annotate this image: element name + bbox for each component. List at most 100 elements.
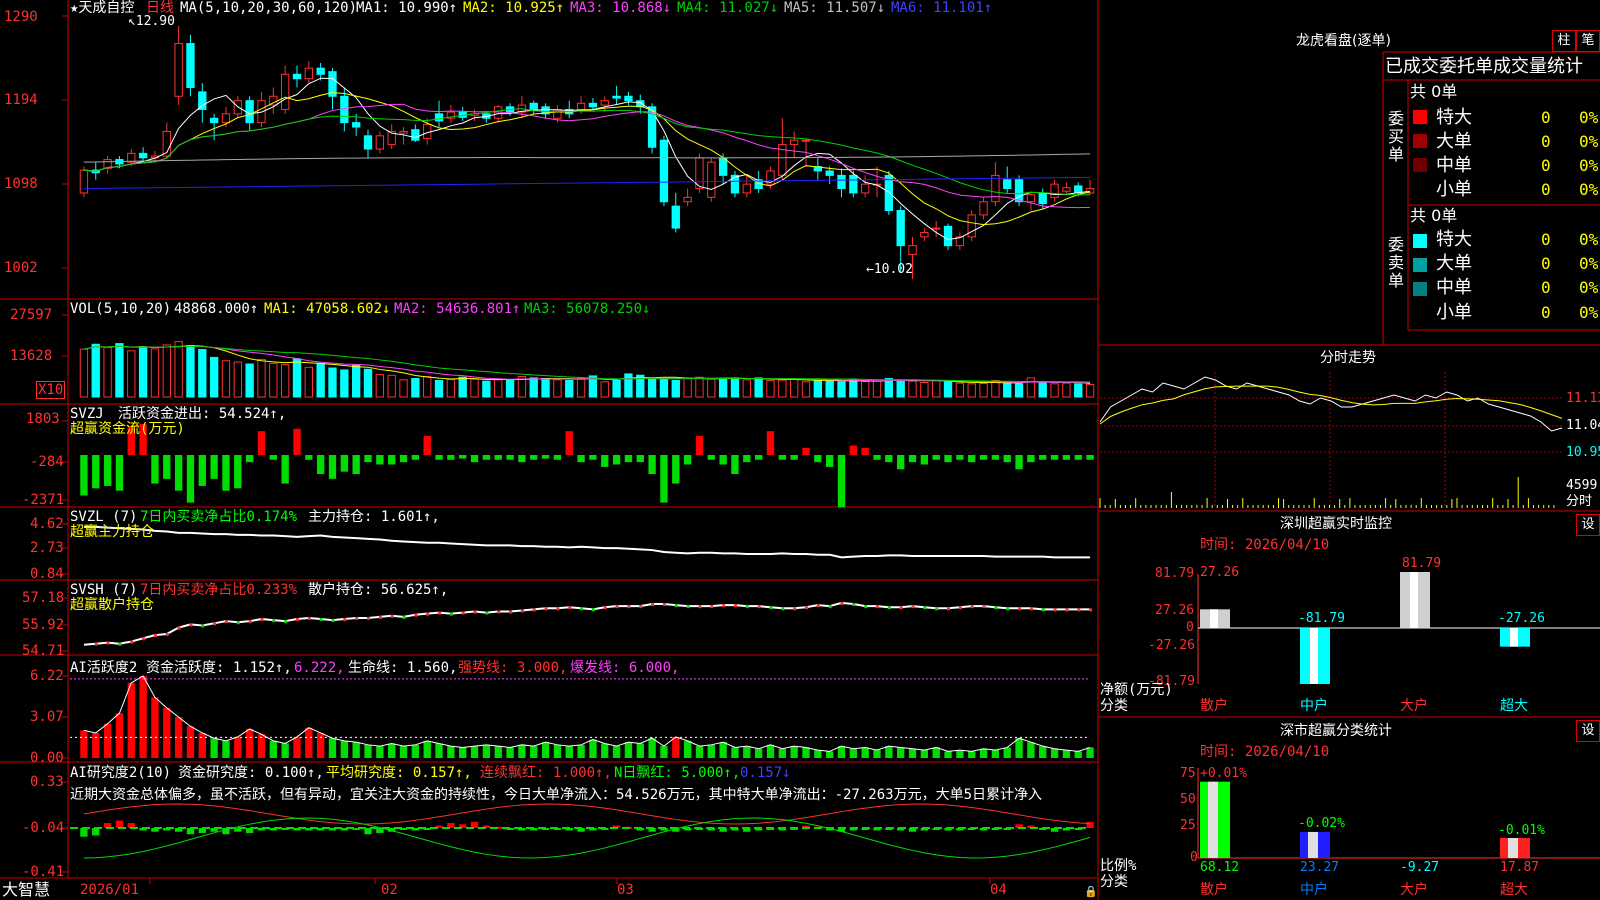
fund-flow-bar <box>731 455 739 475</box>
volume-bar <box>352 364 361 398</box>
ai-activity: 资金活跃度: 1.152↑, <box>146 660 292 676</box>
activity-bar <box>731 747 739 758</box>
activity-bar <box>293 736 301 758</box>
activity-bar <box>672 736 680 758</box>
fund-flow-bar <box>991 455 1000 460</box>
volume-bar <box>967 383 976 398</box>
fund-flow-bar <box>316 455 325 475</box>
research-bar <box>115 820 124 828</box>
candle-body <box>801 139 811 142</box>
fund-flow-bar <box>80 455 88 496</box>
retail-dot <box>260 618 264 622</box>
fund-flow-bar <box>577 455 585 463</box>
buy-row-xl-label: 特大 <box>1436 107 1472 128</box>
activity-bar <box>612 746 621 758</box>
fund-flow-bar <box>743 455 751 463</box>
candle-body <box>1026 194 1036 203</box>
vol-ma3: MA3: 56078.250↓ <box>524 301 651 317</box>
retail-dot <box>236 621 240 625</box>
classify-category-label: 分类 <box>1100 874 1128 890</box>
classify-bar-highlight <box>1208 781 1218 858</box>
lock-icon[interactable]: 🔒 <box>1084 884 1098 900</box>
research-green-line <box>83 817 1091 859</box>
activity-bar <box>885 746 893 758</box>
ai-value: 6.222, <box>294 660 345 676</box>
retail-dot <box>935 607 939 611</box>
svzl-ratio: 7日内买卖净占比0.174% <box>140 509 298 525</box>
bar-mode-button[interactable]: 柱 <box>1552 30 1576 52</box>
stock-name[interactable]: ★天成自控 <box>70 0 134 16</box>
sell-row-s-pct: 0% <box>1579 303 1599 322</box>
activity-bar <box>222 740 230 758</box>
volume-bar <box>730 378 740 398</box>
monitor-val-2: -81.79 <box>1298 611 1345 626</box>
candle-body <box>1050 183 1059 198</box>
tick-mode-button[interactable]: 笔 <box>1576 30 1600 52</box>
retail-dot <box>627 605 631 609</box>
fund-flow-bar <box>281 455 289 484</box>
classify-val-1: 68.12 <box>1200 860 1240 875</box>
retail-dot <box>804 606 808 610</box>
classify-settings-button[interactable]: 设 <box>1576 720 1600 742</box>
activity-bar <box>636 743 644 758</box>
fund-flow-bar <box>897 455 905 470</box>
classify-axis-2: 50 <box>1180 792 1196 807</box>
svzj-value: 活跃资金进出: 54.524↑, <box>118 406 287 422</box>
classify-val-3: -9.27 <box>1400 860 1440 875</box>
buy-swatch <box>1413 110 1427 124</box>
fund-flow-bar <box>482 455 491 460</box>
ai-burst-line: 爆发线: 6.000, <box>570 660 680 676</box>
activity-bar <box>459 747 467 758</box>
retail-dot <box>426 612 430 616</box>
activity-bar <box>435 743 443 758</box>
research-nday: N日飘红: 5.000↑, <box>614 765 741 781</box>
activity-bar <box>897 747 905 758</box>
ma-line-5 <box>83 153 1091 163</box>
volume-bar <box>884 378 894 398</box>
activity-bar <box>814 750 822 758</box>
fund-flow-bar <box>589 455 597 460</box>
sell-row-xl-qty: 0 <box>1541 230 1551 249</box>
candle-body <box>624 95 633 102</box>
sell-row-xl-pct: 0% <box>1579 230 1599 249</box>
fund-flow-bar <box>376 455 384 465</box>
classify-val-2: 23.27 <box>1300 860 1340 875</box>
retail-dot <box>142 637 146 641</box>
volume-bar <box>624 373 633 398</box>
buy-row-s-pct: 0% <box>1579 180 1599 199</box>
activity-bar <box>754 748 763 758</box>
research-bar <box>92 828 100 836</box>
buy-row-l-pct: 0% <box>1579 132 1599 151</box>
fund-flow-bar <box>873 455 881 460</box>
activity-bar <box>269 740 277 758</box>
fund-flow-bar <box>470 455 479 463</box>
monitor-cat-1: 散户 <box>1200 698 1228 714</box>
retail-dot <box>165 633 169 637</box>
fund-flow-bar <box>920 455 929 465</box>
activity-bar <box>861 747 869 758</box>
volume-bar <box>174 341 183 398</box>
activity-bar <box>530 746 538 758</box>
retail-dot <box>390 614 394 618</box>
research-bar <box>1086 821 1094 828</box>
svsh-header: SVSH (7) <box>70 582 138 598</box>
volume-bar <box>127 350 136 398</box>
monitor-settings-button[interactable]: 设 <box>1576 514 1600 536</box>
svzl-header: SVZL (7) <box>70 509 138 525</box>
retail-dot <box>899 606 903 610</box>
volume-bar <box>1085 383 1095 398</box>
fund-flow-bar <box>340 455 349 472</box>
sell-swatch <box>1413 258 1427 272</box>
retail-dot <box>177 626 181 630</box>
classify-change-2: -0.02% <box>1298 816 1345 831</box>
fund-flow-bar <box>198 455 206 486</box>
svsh-ratio: 7日内买卖净占比0.233% <box>140 582 298 598</box>
volume-bar <box>695 376 704 398</box>
activity-bar <box>778 748 786 758</box>
volume-bar <box>233 361 242 398</box>
fund-flow-bar <box>956 455 964 460</box>
volume-bar <box>707 378 716 398</box>
activity-bar <box>979 748 988 758</box>
retail-dot <box>130 640 134 644</box>
volume-bar <box>423 376 432 398</box>
